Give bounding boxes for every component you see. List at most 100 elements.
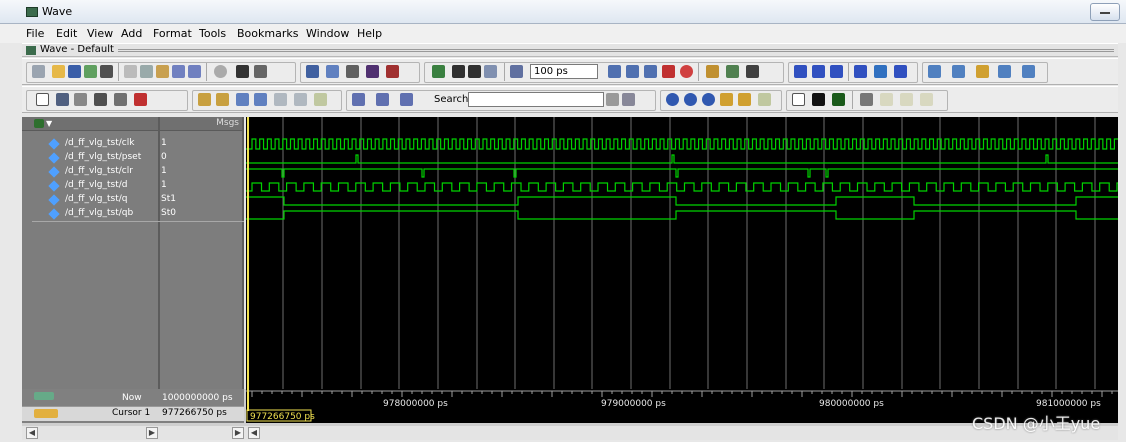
find-icon[interactable] [236,65,249,78]
signal-row-d[interactable]: /d_ff_vlg_tst/d 1 [22,179,244,193]
horizontal-scrollbar[interactable]: ◀ ▶ ▶ ◀ [22,426,1118,440]
up-arrow-icon[interactable] [452,65,465,78]
signal-row-clk[interactable]: /d_ff_vlg_tst/clk 1 [22,137,244,151]
format-logic-icon[interactable] [812,93,825,106]
layout-5-icon[interactable] [1022,65,1035,78]
menu-edit[interactable]: Edit [56,27,77,40]
open-folder-icon[interactable] [52,65,65,78]
menu-tools[interactable]: Tools [199,27,226,40]
step-next-icon[interactable] [854,65,867,78]
zoom-mode-icon[interactable] [56,93,69,106]
signal-row-q[interactable]: /d_ff_vlg_tst/q St1 [22,193,244,207]
expand-group-icon[interactable] [400,93,413,106]
layout-4-icon[interactable] [998,65,1011,78]
break-sim-icon[interactable] [386,65,399,78]
expand-icon[interactable] [352,93,365,106]
step-next-event-icon[interactable] [874,65,887,78]
menu-file[interactable]: File [26,27,44,40]
right-arrow-icon[interactable] [484,65,497,78]
print-icon[interactable] [100,65,113,78]
falling-edge-icon[interactable] [274,93,287,106]
compile-icon[interactable] [306,65,319,78]
menu-help[interactable]: Help [357,27,382,40]
step-end-icon[interactable] [894,65,907,78]
format-event-icon[interactable] [832,93,845,106]
menu-add[interactable]: Add [121,27,142,40]
break-icon[interactable] [214,65,227,78]
run-icon[interactable] [608,65,621,78]
search-input[interactable] [468,92,604,107]
minimize-button[interactable] [1090,3,1120,21]
titlebar-grip[interactable] [118,49,1114,52]
signal-menu-icon[interactable] [34,119,44,128]
scroll-right-icon[interactable]: ▶ [146,427,158,439]
wave-rise-icon[interactable] [900,93,913,106]
paste-icon[interactable] [156,65,169,78]
next-edge-icon[interactable] [216,93,229,106]
menu-bookmarks[interactable]: Bookmarks [237,27,298,40]
run-length-input[interactable]: 100 ps [530,64,598,79]
zoom-last-icon[interactable] [738,93,751,106]
left-arrow-icon[interactable] [468,65,481,78]
layout-2-icon[interactable] [952,65,965,78]
break-run-icon[interactable] [662,65,675,78]
step-over-icon[interactable] [726,65,739,78]
expand-all-icon[interactable] [376,93,389,106]
layout-3-icon[interactable] [976,65,989,78]
copy-icon[interactable] [140,65,153,78]
collapse-icon[interactable] [254,65,267,78]
wave-low-icon[interactable] [920,93,933,106]
zoom-in-icon[interactable] [666,93,679,106]
zoom-full-icon[interactable] [702,93,715,106]
format-literal-icon[interactable] [792,93,805,106]
zoom-cursor-icon[interactable] [720,93,733,106]
any-edge-icon[interactable] [314,93,327,106]
compile-all-icon[interactable] [326,65,339,78]
run-all-icon[interactable] [644,65,657,78]
signal-row-qb[interactable]: /d_ff_vlg_tst/qb St0 [22,207,244,221]
simulate-icon[interactable] [346,65,359,78]
save-icon[interactable] [68,65,81,78]
format-analog-icon[interactable] [860,93,873,106]
move-icon[interactable] [74,93,87,106]
restart-icon[interactable] [510,65,523,78]
insert-cursor-icon[interactable] [114,93,127,106]
waveform-pane[interactable] [246,117,1118,389]
step-out-icon[interactable] [812,65,825,78]
wave-high-icon[interactable] [880,93,893,106]
cut-icon[interactable] [124,65,137,78]
continue-run-icon[interactable] [626,65,639,78]
library-icon[interactable] [366,65,379,78]
recycle-icon[interactable] [84,65,97,78]
wave-icon[interactable] [432,65,445,78]
select-pointer-icon[interactable] [36,93,49,106]
edit-wave-icon[interactable] [94,93,107,106]
find-prev-icon[interactable] [236,93,249,106]
layout-1-icon[interactable] [928,65,941,78]
hand-icon[interactable] [746,65,759,78]
menu-view[interactable]: View [87,27,113,40]
print-page-icon[interactable] [32,65,45,78]
cursor-tools-icon[interactable] [34,409,58,418]
signal-row-pset[interactable]: /d_ff_vlg_tst/pset 0 [22,151,244,165]
search-options-icon[interactable] [622,93,635,106]
undo-icon[interactable] [172,65,185,78]
step-back-icon[interactable] [830,65,843,78]
rising-edge-icon[interactable] [294,93,307,106]
step-icon[interactable] [706,65,719,78]
search-icon[interactable] [606,93,619,106]
redo-icon[interactable] [188,65,201,78]
chevron-down-icon[interactable]: ▼ [46,119,52,128]
zoom-range-icon[interactable] [758,93,771,106]
scroll-left-icon[interactable]: ◀ [248,427,260,439]
zoom-out-icon[interactable] [684,93,697,106]
stop-icon[interactable] [680,65,693,78]
step-into-icon[interactable] [794,65,807,78]
menu-window[interactable]: Window [306,27,349,40]
signal-row-clr[interactable]: /d_ff_vlg_tst/clr 1 [22,165,244,179]
menu-format[interactable]: Format [153,27,192,40]
scroll-right-icon[interactable]: ▶ [232,427,244,439]
find-next-icon[interactable] [254,93,267,106]
prev-edge-icon[interactable] [198,93,211,106]
scroll-left-icon[interactable]: ◀ [26,427,38,439]
